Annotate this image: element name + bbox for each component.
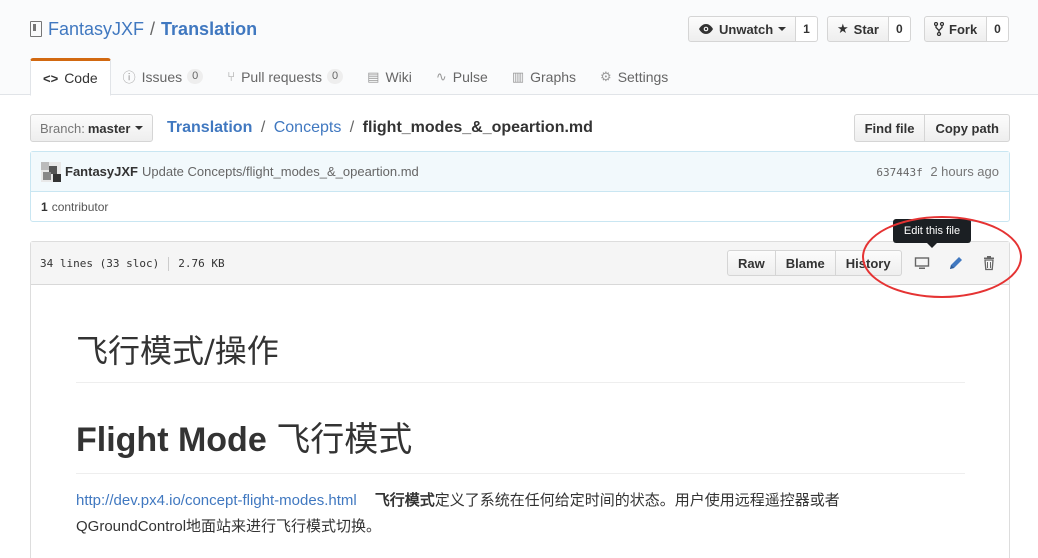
contributors-summary[interactable]: 1 contributor [31, 192, 1009, 221]
pull-request-icon: ⑂ [227, 69, 236, 84]
tab-wiki[interactable]: ▤ Wiki [355, 58, 424, 95]
tab-pull-requests-label: Pull requests [241, 68, 323, 85]
stargazers-count[interactable]: 0 [888, 16, 911, 42]
tab-pulse-label: Pulse [452, 68, 488, 85]
trash-icon[interactable] [981, 255, 997, 271]
repo-nav: <> Code ⓘ Issues 0 ⑂ Pull requests 0 ▤ W… [30, 58, 680, 96]
star-group: ★ Star 0 [827, 16, 911, 42]
repo-owner-link[interactable]: FantasyJXF [48, 18, 144, 40]
breadcrumb-root-link[interactable]: Translation [167, 119, 252, 136]
issue-icon: ⓘ [122, 70, 136, 85]
branch-value: master [87, 120, 131, 136]
paragraph-text-line-1: 定义了系统在任何给定时间的状态。用户使用远程遥控器或者 [434, 492, 840, 509]
tab-graphs[interactable]: ▥ Graphs [500, 58, 588, 95]
edit-file-tooltip: Edit this file [893, 219, 971, 248]
tab-settings[interactable]: ⚙ Settings [588, 58, 680, 95]
file-info: 34 lines (33 sloc) 2.76 KB [40, 257, 225, 271]
heading-2-english: Flight Mode [76, 421, 267, 459]
fork-group: Fork 0 [924, 16, 1009, 42]
star-icon: ★ [837, 21, 849, 36]
file-line-count: 34 lines (33 sloc) [40, 257, 160, 270]
issues-count-badge: 0 [187, 69, 204, 84]
gear-icon: ⚙ [600, 68, 612, 84]
flight-modes-link[interactable]: http://dev.px4.io/concept-flight-modes.h… [76, 492, 357, 509]
find-file-button[interactable]: Find file [853, 114, 926, 142]
tab-code-label: Code [64, 70, 98, 86]
avatar[interactable] [41, 161, 61, 182]
code-icon: <> [43, 70, 59, 86]
fork-button[interactable]: Fork [924, 16, 988, 42]
content-heading-1: 飞行模式/操作 [76, 328, 965, 383]
repo-title-separator: / [150, 19, 156, 39]
repo-header: FantasyJXF / Translation Unwatch 1 ★ Sta… [0, 0, 1038, 96]
raw-button[interactable]: Raw [727, 250, 776, 276]
commit-tease: FantasyJXF Update Concepts/flight_modes_… [30, 151, 1010, 222]
repo-title: FantasyJXF / Translation [30, 18, 257, 40]
breadcrumb-file-name: flight_modes_&_opeartion.md [362, 119, 593, 136]
contributors-label: contributor [51, 199, 109, 214]
tab-settings-label: Settings [617, 68, 669, 85]
history-button[interactable]: History [835, 250, 902, 276]
paragraph-text-line-2: QGroundControl地面站来进行飞行模式切换。 [76, 518, 382, 535]
file-info-divider [168, 257, 170, 271]
contributors-count: 1 [41, 199, 48, 214]
tab-issues-label: Issues [141, 68, 183, 85]
blame-button[interactable]: Blame [775, 250, 836, 276]
latest-commit: FantasyJXF Update Concepts/flight_modes_… [31, 152, 1009, 192]
graph-icon: ▥ [511, 68, 525, 84]
fork-label: Fork [949, 21, 978, 37]
repo-icon [30, 21, 42, 37]
file-nav-buttons: Find file Copy path [853, 114, 1010, 142]
commit-meta: 637443f 2 hours ago [876, 164, 999, 179]
tab-issues[interactable]: ⓘ Issues 0 [111, 58, 216, 95]
watchers-count[interactable]: 1 [796, 16, 818, 42]
star-label: Star [853, 21, 879, 37]
commit-sha-link[interactable]: 637443f [876, 166, 922, 179]
star-button[interactable]: ★ Star [827, 16, 889, 42]
paragraph-bold-term: 飞行模式 [374, 492, 435, 509]
file-navigation: Branch: master Translation / Concepts / … [30, 114, 1010, 142]
desktop-icon[interactable] [914, 255, 930, 271]
tab-code[interactable]: <> Code [30, 58, 111, 96]
unwatch-label: Unwatch [719, 21, 774, 37]
breadcrumb-separator: / [349, 119, 355, 136]
eye-icon [699, 24, 713, 34]
commit-message-link[interactable]: Update Concepts/flight_modes_&_opeartion… [142, 164, 419, 179]
content-heading-2: Flight Mode 飞行模式 [76, 417, 965, 474]
tab-pulse[interactable]: ∿ Pulse [424, 58, 500, 95]
tab-wiki-label: Wiki [385, 68, 412, 85]
pulse-icon: ∿ [435, 68, 447, 84]
copy-path-button[interactable]: Copy path [925, 114, 1010, 142]
commit-time: 2 hours ago [930, 164, 999, 179]
fork-icon [934, 22, 944, 36]
breadcrumb-separator: / [260, 119, 266, 136]
markdown-body: 飞行模式/操作 Flight Mode 飞行模式 http://dev.px4.… [76, 328, 965, 540]
file-header: 34 lines (33 sloc) 2.76 KB Raw Blame His… [31, 242, 1009, 285]
commit-author-link[interactable]: FantasyJXF [65, 164, 138, 179]
repo-name-link[interactable]: Translation [161, 18, 257, 40]
chevron-down-icon [778, 27, 787, 31]
unwatch-button[interactable]: Unwatch [688, 16, 797, 42]
chevron-down-icon [135, 126, 144, 130]
book-icon: ▤ [367, 68, 380, 84]
breadcrumb-folder-link[interactable]: Concepts [274, 119, 342, 136]
heading-2-chinese: 飞行模式 [276, 420, 413, 460]
tab-graphs-label: Graphs [530, 68, 577, 85]
branch-select-button[interactable]: Branch: master [30, 114, 154, 142]
watch-group: Unwatch 1 [688, 16, 818, 42]
file-size: 2.76 KB [178, 257, 225, 270]
file-action-buttons: Raw Blame History [727, 250, 902, 276]
branch-label: Branch: [40, 120, 85, 136]
pull-requests-count-badge: 0 [327, 69, 344, 84]
breadcrumb: Translation / Concepts / flight_modes_&_… [167, 117, 593, 139]
forks-count[interactable]: 0 [987, 16, 1009, 42]
pencil-icon[interactable] [948, 255, 964, 271]
tab-pull-requests[interactable]: ⑂ Pull requests 0 [215, 58, 355, 95]
content-paragraph: http://dev.px4.io/concept-flight-modes.h… [76, 488, 965, 540]
